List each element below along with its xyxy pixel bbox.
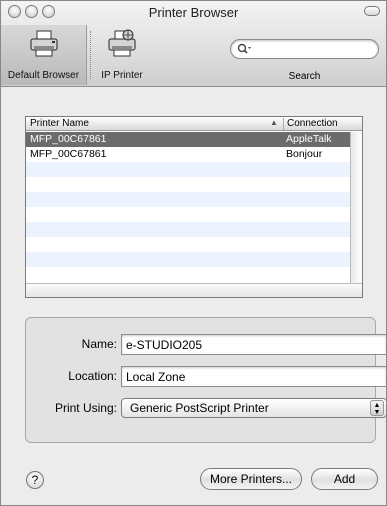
search-label: Search — [288, 71, 321, 82]
more-printers-button[interactable]: More Printers... — [200, 468, 302, 490]
help-button[interactable]: ? — [26, 471, 44, 489]
network-printer-icon — [108, 29, 136, 57]
printer-details-group: Name: Location: Print Using: Generic Pos… — [25, 317, 386, 443]
empty-row — [26, 237, 362, 252]
search-input[interactable] — [253, 42, 371, 56]
search-icon — [237, 43, 251, 54]
printer-name-cell: MFP_00C67861 — [30, 148, 107, 160]
empty-row — [26, 192, 362, 207]
name-label: Name: — [81, 337, 117, 351]
empty-row — [26, 267, 362, 282]
printer-icon — [30, 30, 57, 57]
empty-row — [26, 207, 362, 222]
search-field[interactable] — [230, 39, 379, 59]
default-browser-label: Default Browser — [7, 70, 80, 81]
table-row[interactable]: MFP_00C67861 AppleTalk — [26, 132, 362, 147]
printer-name-cell: MFP_00C67861 — [30, 133, 107, 145]
empty-row — [26, 162, 362, 177]
empty-row — [26, 252, 362, 267]
horizontal-scrollbar[interactable] — [26, 283, 362, 297]
add-button[interactable]: Add — [311, 468, 378, 490]
table-header: Printer Name ▲ Connection — [26, 117, 362, 131]
column-header-connection[interactable]: Connection — [283, 118, 362, 130]
title-bar[interactable]: Printer Browser — [1, 1, 386, 23]
window-title: Printer Browser — [148, 5, 239, 20]
toolbar: Printer Browser Default Browser IP Print… — [1, 1, 386, 87]
table-rows: MFP_00C67861 AppleTalk MFP_00C67861 Bonj… — [26, 132, 362, 282]
toolbar-toggle-button[interactable] — [364, 6, 380, 16]
connection-cell: AppleTalk — [286, 133, 332, 145]
name-field[interactable] — [121, 334, 386, 355]
name-input[interactable] — [122, 335, 386, 354]
ip-printer-button[interactable]: IP Printer — [93, 25, 151, 85]
print-using-value: Generic PostScript Printer — [130, 401, 269, 415]
table-row[interactable]: MFP_00C67861 Bonjour — [26, 147, 362, 162]
printer-browser-window: Printer Browser Default Browser IP Print… — [0, 0, 387, 506]
print-using-popup[interactable]: Generic PostScript Printer ▲ ▼ — [121, 398, 386, 418]
print-using-label: Print Using: — [54, 401, 117, 415]
column-header-printer-name[interactable]: Printer Name — [30, 118, 278, 129]
popup-arrows-icon: ▲ ▼ — [370, 400, 384, 416]
ip-printer-label: IP Printer — [101, 70, 143, 81]
location-input[interactable] — [122, 367, 386, 386]
printer-list[interactable]: Printer Name ▲ Connection MFP_00C67861 A… — [25, 116, 363, 298]
toolbar-separator — [90, 31, 91, 79]
vertical-scrollbar[interactable] — [350, 132, 362, 283]
location-field[interactable] — [121, 366, 386, 387]
sort-ascending-icon: ▲ — [270, 118, 278, 127]
location-label: Location: — [68, 369, 117, 383]
default-browser-button[interactable]: Default Browser — [1, 25, 87, 85]
connection-cell: Bonjour — [286, 148, 323, 160]
empty-row — [26, 222, 362, 237]
empty-row — [26, 177, 362, 192]
